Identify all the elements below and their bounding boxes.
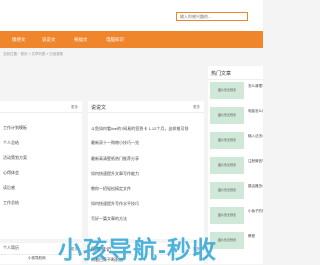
list-item[interactable]: 工作计划模板	[3, 125, 27, 131]
article-thumbnail[interactable]: 图片暂无预览	[210, 182, 244, 199]
list-item[interactable]: 个人总结	[3, 140, 19, 146]
panel-title: 说说文	[91, 105, 107, 111]
list-item[interactable]: 活动策划方案	[3, 155, 27, 161]
nav-item-4[interactable]: 电脑知识	[106, 31, 124, 48]
nav-item-1[interactable]: 情感文	[12, 31, 26, 48]
article-thumbnail[interactable]: 图片暂无预览	[210, 132, 244, 149]
article-link[interactable]: 路由器怎么设置	[248, 184, 263, 189]
nav-item-2[interactable]: 说说文	[42, 31, 56, 48]
list-item[interactable]: 最新双十一购物小技巧一览	[91, 140, 139, 146]
panel-left-1: 更多 工作计划模板 个人总结 活动策划方案 心得体会 读后感 工作总结	[0, 101, 82, 239]
divider	[208, 79, 263, 80]
article-link[interactable]: 小兔子的故事	[248, 209, 263, 214]
main-nav: 情感文 说说文 祝福文 电脑知识	[0, 31, 263, 48]
article-thumbnail[interactable]: 图片暂无预览	[210, 82, 244, 99]
watermark-logo: 小孩导航-秒收	[58, 237, 217, 264]
nav-item-3[interactable]: 祝福文	[74, 31, 88, 48]
list-item[interactable]: 读后感	[3, 185, 15, 191]
list-item[interactable]: 如何快速提升写作水平技巧	[91, 201, 139, 207]
panel-right-1: 说说文 更多 斗鱼如何看live的?网易的签到卡 1-12个月，这样推可领 最新…	[88, 101, 204, 239]
article-link[interactable]: 电脑怎么设置	[248, 109, 263, 114]
list-item[interactable]: 写好一篇文章的方法	[91, 216, 127, 222]
article-link[interactable]: 注册微信号	[248, 159, 263, 164]
sidebar-title: 热门文章	[211, 71, 232, 77]
list-item[interactable]: 心得体会	[3, 170, 19, 176]
article-link[interactable]: 输入法怎么切换	[248, 134, 263, 139]
breadcrumb: 当前位置：首页 » 文章列表 » 已经更新	[3, 52, 64, 56]
article-thumbnail[interactable]: 图片暂无预览	[210, 207, 244, 224]
list-item[interactable]: 工作总结	[3, 200, 19, 206]
more-link[interactable]: 更多	[193, 105, 200, 110]
watermark-subtext: 小孩导航网	[28, 256, 46, 260]
list-item[interactable]: 教你一招轻松搞定文件	[91, 186, 131, 192]
list-item[interactable]: 个人简历	[3, 245, 19, 251]
list-item[interactable]: 最新高清壁纸热门推荐分享	[91, 156, 139, 162]
panel-header: 更多	[0, 101, 82, 113]
list-item[interactable]: 如何快速提升文章写作能力	[91, 171, 139, 177]
article-thumbnail[interactable]: 图片暂无预览	[210, 107, 244, 124]
panel-header: 说说文 更多	[88, 101, 204, 113]
article-link[interactable]: 教程	[248, 234, 263, 239]
more-link[interactable]: 更多	[71, 105, 78, 110]
top-header	[0, 0, 263, 31]
search-input[interactable]	[176, 12, 248, 21]
article-thumbnail[interactable]: 图片暂无预览	[210, 157, 244, 174]
article-link[interactable]: 怎么清理手机内存	[248, 84, 263, 89]
list-item[interactable]: 斗鱼如何看live的?网易的签到卡 1-12个月，这样推可领	[91, 126, 199, 132]
